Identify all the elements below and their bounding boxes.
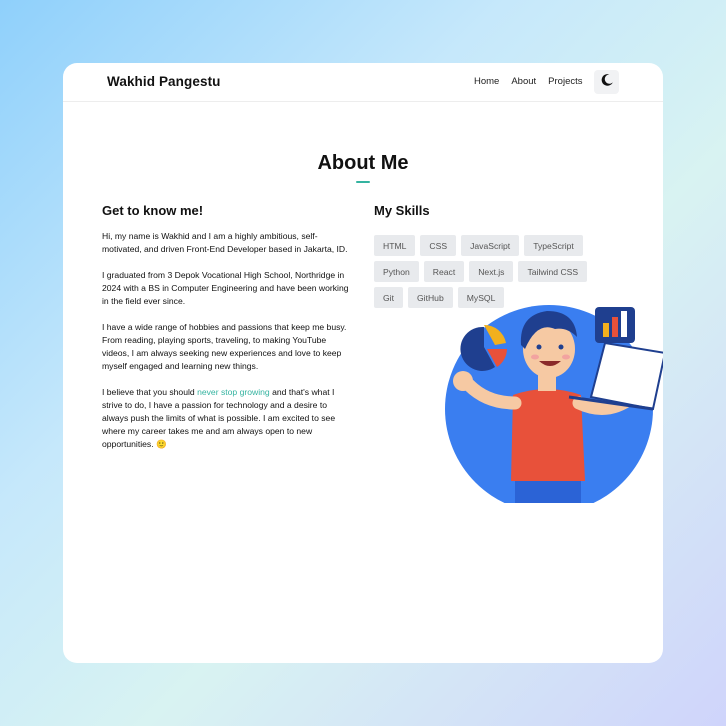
about-paragraph: Hi, my name is Wakhid and I am a highly … <box>102 231 348 254</box>
skill-badge: Next.js <box>469 261 514 282</box>
about-text-span: I believe that you should <box>102 387 198 397</box>
skill-badge: CSS <box>420 235 457 256</box>
skill-badge: React <box>423 261 465 282</box>
title-underline <box>356 181 370 183</box>
nav-link-home[interactable]: Home <box>474 76 499 87</box>
nav-link-about[interactable]: About <box>511 76 536 87</box>
highlight-text: never stop growing <box>197 387 270 397</box>
moon-icon <box>600 73 614 92</box>
section-title: About Me <box>317 152 409 174</box>
smile-emoji-icon: 🙂 <box>156 439 167 449</box>
navbar: Wakhid Pangestu Home About Projects <box>63 63 663 102</box>
about-text: Hi, my name is Wakhid and I am a highly … <box>102 230 354 464</box>
about-paragraph: I believe that you should never stop gro… <box>102 386 354 451</box>
skill-badge: HTML <box>374 235 416 256</box>
skills-heading: My Skills <box>374 203 430 218</box>
bar-chart-icon <box>595 307 635 343</box>
skills-list: HTML CSS JavaScript TypeScript Python Re… <box>374 235 614 308</box>
brand-logo[interactable]: Wakhid Pangestu <box>107 74 221 89</box>
about-paragraph: I have a wide range of hobbies and passi… <box>102 322 347 371</box>
about-paragraph: I graduated from 3 Depok Vocational High… <box>102 270 349 306</box>
skill-badge: Tailwind CSS <box>518 261 588 282</box>
theme-toggle-button[interactable] <box>594 70 619 94</box>
nav-links: Home About Projects <box>474 76 595 87</box>
skill-badge: TypeScript <box>524 235 583 256</box>
skill-badge: Python <box>374 261 419 282</box>
nav-link-projects[interactable]: Projects <box>548 76 582 87</box>
developer-illustration <box>439 299 663 513</box>
page-card: Wakhid Pangestu Home About Projects Abou… <box>63 63 663 663</box>
skill-badge: Git <box>374 287 403 308</box>
about-heading: Get to know me! <box>102 203 204 218</box>
skill-badge: JavaScript <box>461 235 520 256</box>
